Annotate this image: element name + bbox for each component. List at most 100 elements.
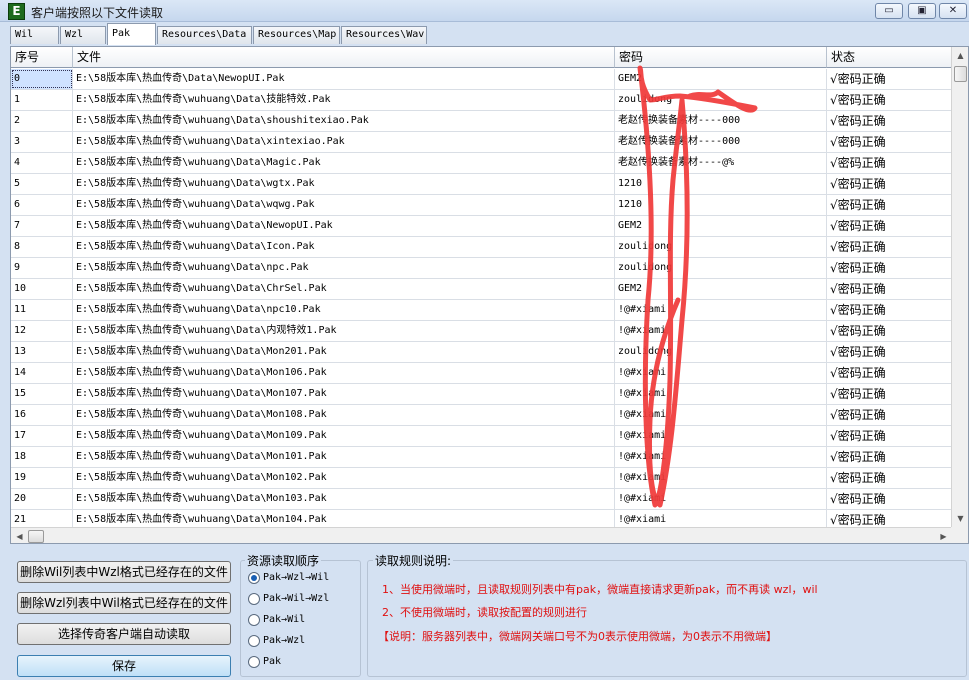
cell-status[interactable]: √密码正确	[827, 321, 953, 341]
table-row[interactable]: 20 E:\58版本库\热血传奇\wuhuang\Data\Mon103.Pak!…	[11, 489, 953, 510]
tab-resources-data[interactable]: Resources\Data	[157, 26, 252, 44]
cell-file[interactable]: E:\58版本库\热血传奇\wuhuang\Data\Mon103.Pak	[73, 489, 615, 509]
table-row[interactable]: 3 E:\58版本库\热血传奇\wuhuang\Data\xintexiao.Pa…	[11, 132, 953, 153]
delete-wil-button[interactable]: 删除Wil列表中Wzl格式已经存在的文件	[17, 561, 231, 583]
cell-password[interactable]: GEM2	[615, 69, 827, 89]
cell-password[interactable]: !@#xiami	[615, 405, 827, 425]
tab-wzl[interactable]: Wzl	[60, 26, 106, 44]
cell-index[interactable]: 14	[11, 363, 73, 383]
cell-file[interactable]: E:\58版本库\热血传奇\wuhuang\Data\Mon102.Pak	[73, 468, 615, 488]
table-row[interactable]: 2 E:\58版本库\热血传奇\wuhuang\Data\shoushitexia…	[11, 111, 953, 132]
cell-index[interactable]: 11	[11, 300, 73, 320]
cell-index[interactable]: 7	[11, 216, 73, 236]
cell-file[interactable]: E:\58版本库\热血传奇\wuhuang\Data\Icon.Pak	[73, 237, 615, 257]
cell-file[interactable]: E:\58版本库\热血传奇\wuhuang\Data\Mon109.Pak	[73, 426, 615, 446]
cell-password[interactable]: zoulidong	[615, 258, 827, 278]
scroll-up-icon[interactable]: ▲	[952, 47, 968, 64]
scroll-right-icon[interactable]: ▶	[935, 528, 952, 543]
table-row[interactable]: 19 E:\58版本库\热血传奇\wuhuang\Data\Mon102.Pak!…	[11, 468, 953, 489]
cell-index[interactable]: 9	[11, 258, 73, 278]
cell-file[interactable]: E:\58版本库\热血传奇\wuhuang\Data\Mon108.Pak	[73, 405, 615, 425]
table-row[interactable]: 9 E:\58版本库\热血传奇\wuhuang\Data\npc.Pak zouli…	[11, 258, 953, 279]
cell-file[interactable]: E:\58版本库\热血传奇\wuhuang\Data\npc10.Pak	[73, 300, 615, 320]
horizontal-scrollbar[interactable]: ◀ ▶	[11, 527, 952, 543]
cell-index[interactable]: 19	[11, 468, 73, 488]
column-header-password[interactable]: 密码	[615, 47, 827, 68]
minimize-button[interactable]: ▭	[875, 3, 903, 19]
cell-index[interactable]: 0	[11, 69, 73, 89]
cell-status[interactable]: √密码正确	[827, 111, 953, 131]
cell-file[interactable]: E:\58版本库\热血传奇\wuhuang\Data\NewopUI.Pak	[73, 216, 615, 236]
cell-password[interactable]: 1210	[615, 174, 827, 194]
cell-status[interactable]: √密码正确	[827, 447, 953, 467]
cell-file[interactable]: E:\58版本库\热血传奇\wuhuang\Data\wgtx.Pak	[73, 174, 615, 194]
cell-status[interactable]: √密码正确	[827, 90, 953, 110]
cell-status[interactable]: √密码正确	[827, 132, 953, 152]
cell-status[interactable]: √密码正确	[827, 279, 953, 299]
radio-button[interactable]	[248, 635, 260, 647]
cell-status[interactable]: √密码正确	[827, 468, 953, 488]
cell-password[interactable]: !@#xiami	[615, 300, 827, 320]
cell-status[interactable]: √密码正确	[827, 300, 953, 320]
cell-password[interactable]: !@#xiami	[615, 447, 827, 467]
cell-password[interactable]: !@#xiami	[615, 468, 827, 488]
vertical-scrollbar[interactable]: ▲ ▼	[951, 47, 968, 527]
cell-password[interactable]: 老赵传换装备素材----000	[615, 132, 827, 152]
cell-status[interactable]: √密码正确	[827, 216, 953, 236]
table-row[interactable]: 8 E:\58版本库\热血传奇\wuhuang\Data\Icon.Pak zoul…	[11, 237, 953, 258]
cell-file[interactable]: E:\58版本库\热血传奇\wuhuang\Data\Magic.Pak	[73, 153, 615, 173]
save-button[interactable]: 保存	[17, 655, 231, 677]
cell-password[interactable]: 老赵传换装备素材----000	[615, 111, 827, 131]
cell-status[interactable]: √密码正确	[827, 363, 953, 383]
radio-button[interactable]	[248, 593, 260, 605]
cell-index[interactable]: 4	[11, 153, 73, 173]
table-row[interactable]: 15 E:\58版本库\热血传奇\wuhuang\Data\Mon107.Pak!…	[11, 384, 953, 405]
cell-file[interactable]: E:\58版本库\热血传奇\wuhuang\Data\Mon107.Pak	[73, 384, 615, 404]
table-row[interactable]: 6 E:\58版本库\热血传奇\wuhuang\Data\wqwg.Pak 1210…	[11, 195, 953, 216]
cell-file[interactable]: E:\58版本库\热血传奇\wuhuang\Data\技能特效.Pak	[73, 90, 615, 110]
cell-status[interactable]: √密码正确	[827, 405, 953, 425]
cell-index[interactable]: 1	[11, 90, 73, 110]
cell-password[interactable]: 1210	[615, 195, 827, 215]
tab-resources-map[interactable]: Resources\Map	[253, 26, 340, 44]
cell-password[interactable]: GEM2	[615, 216, 827, 236]
table-row[interactable]: 11 E:\58版本库\热血传奇\wuhuang\Data\npc10.Pak !@…	[11, 300, 953, 321]
cell-file[interactable]: E:\58版本库\热血传奇\wuhuang\Data\shoushitexiao…	[73, 111, 615, 131]
cell-password[interactable]: GEM2	[615, 279, 827, 299]
cell-password[interactable]: 老赵传换装备素材----@%	[615, 153, 827, 173]
cell-password[interactable]: !@#xiami	[615, 321, 827, 341]
cell-index[interactable]: 16	[11, 405, 73, 425]
cell-file[interactable]: E:\58版本库\热血传奇\wuhuang\Data\wqwg.Pak	[73, 195, 615, 215]
cell-index[interactable]: 2	[11, 111, 73, 131]
table-row[interactable]: 17 E:\58版本库\热血传奇\wuhuang\Data\Mon109.Pak!…	[11, 426, 953, 447]
maximize-button[interactable]: ▣	[908, 3, 936, 19]
table-row[interactable]: 13 E:\58版本库\热血传奇\wuhuang\Data\Mon201.Pak z…	[11, 342, 953, 363]
cell-index[interactable]: 5	[11, 174, 73, 194]
cell-index[interactable]: 15	[11, 384, 73, 404]
table-row[interactable]: 18 E:\58版本库\热血传奇\wuhuang\Data\Mon101.Pak!…	[11, 447, 953, 468]
cell-password[interactable]: zoulidong	[615, 90, 827, 110]
cell-file[interactable]: E:\58版本库\热血传奇\wuhuang\Data\npc.Pak	[73, 258, 615, 278]
cell-index[interactable]: 3	[11, 132, 73, 152]
column-header-status[interactable]: 状态	[827, 47, 953, 68]
table-row[interactable]: 16 E:\58版本库\热血传奇\wuhuang\Data\Mon108.Pak!…	[11, 405, 953, 426]
cell-status[interactable]: √密码正确	[827, 426, 953, 446]
tab-resources-wav[interactable]: Resources\Wav	[341, 26, 427, 44]
cell-file[interactable]: E:\58版本库\热血传奇\wuhuang\Data\Mon106.Pak	[73, 363, 615, 383]
cell-status[interactable]: √密码正确	[827, 258, 953, 278]
cell-status[interactable]: √密码正确	[827, 489, 953, 509]
cell-status[interactable]: √密码正确	[827, 153, 953, 173]
cell-index[interactable]: 12	[11, 321, 73, 341]
cell-status[interactable]: √密码正确	[827, 195, 953, 215]
cell-password[interactable]: zoulidong	[615, 342, 827, 362]
tab-pak[interactable]: Pak	[107, 23, 156, 45]
cell-file[interactable]: E:\58版本库\热血传奇\wuhuang\Data\ChrSel.Pak	[73, 279, 615, 299]
delete-wzl-button[interactable]: 删除Wzl列表中Wil格式已经存在的文件	[17, 592, 231, 614]
cell-status[interactable]: √密码正确	[827, 384, 953, 404]
cell-password[interactable]: zoulidong	[615, 237, 827, 257]
table-row[interactable]: 5 E:\58版本库\热血传奇\wuhuang\Data\wgtx.Pak 1210…	[11, 174, 953, 195]
cell-file[interactable]: E:\58版本库\热血传奇\wuhuang\Data\Mon201.Pak	[73, 342, 615, 362]
table-row[interactable]: 1 E:\58版本库\热血传奇\wuhuang\Data\技能特效.Pak zoul…	[11, 90, 953, 111]
column-header-file[interactable]: 文件	[73, 47, 615, 68]
radio-button[interactable]	[248, 656, 260, 668]
